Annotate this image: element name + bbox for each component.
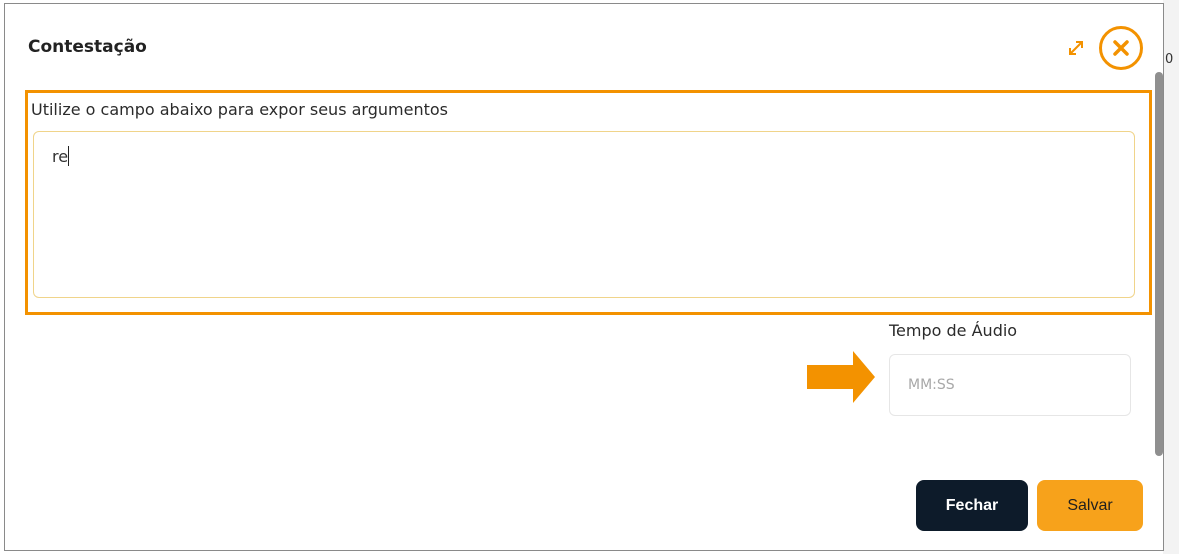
screen: 0 Contestação Utilize o campo abaixo par… (0, 0, 1179, 554)
expand-icon[interactable] (1065, 37, 1087, 59)
argument-field-group: Utilize o campo abaixo para expor seus a… (25, 90, 1152, 315)
argument-field-label: Utilize o campo abaixo para expor seus a… (31, 100, 448, 119)
scrollbar[interactable] (1155, 72, 1163, 456)
modal-title: Contestação (28, 37, 147, 57)
argument-textarea[interactable]: re (33, 131, 1135, 298)
salvar-button[interactable]: Salvar (1037, 480, 1143, 531)
contestacao-modal: Contestação Utilize o campo abaixo para … (4, 3, 1164, 551)
background-page-edge (1163, 0, 1179, 554)
background-edge-text: 0 (1165, 52, 1174, 67)
arrow-right-icon (807, 351, 875, 403)
close-circle-icon (1113, 40, 1129, 56)
audio-time-input[interactable] (889, 354, 1131, 416)
textarea-value: re (52, 147, 69, 166)
close-button[interactable] (1099, 26, 1143, 70)
fechar-button[interactable]: Fechar (916, 480, 1028, 531)
text-caret (68, 146, 70, 166)
audio-time-label: Tempo de Áudio (889, 321, 1018, 340)
